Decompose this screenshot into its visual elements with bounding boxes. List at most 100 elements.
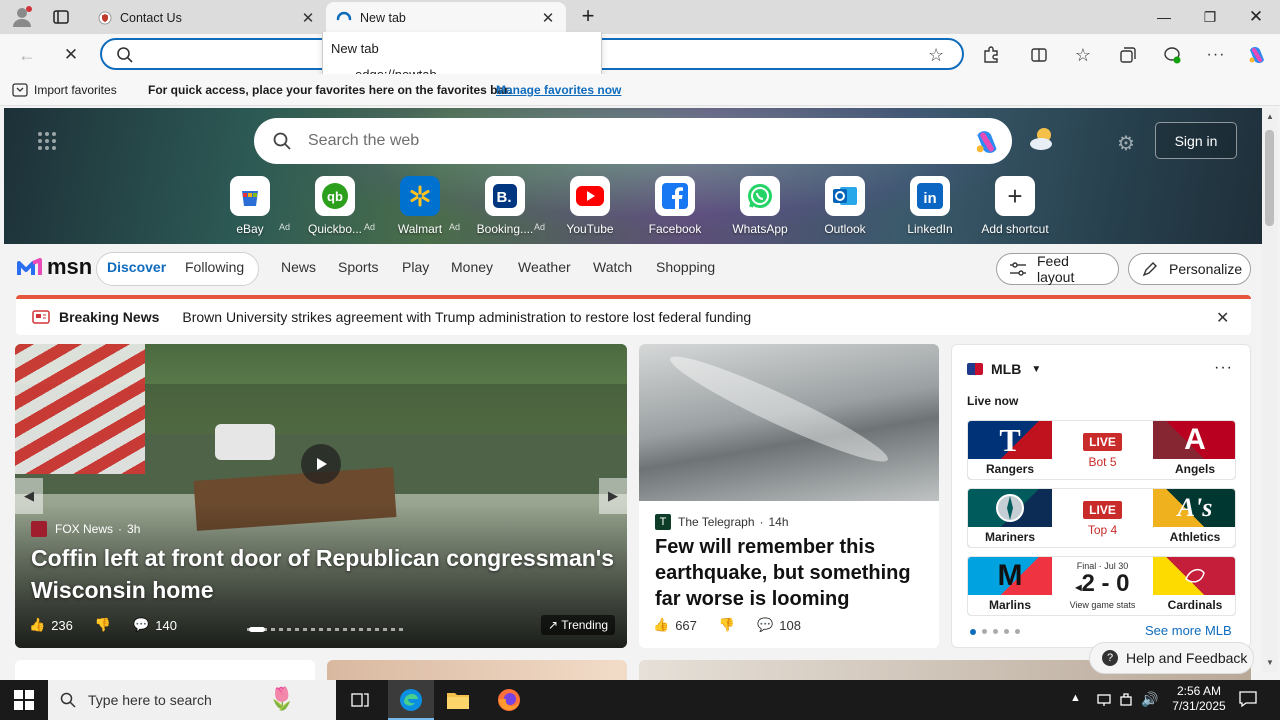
copilot-icon[interactable] xyxy=(1246,44,1268,66)
tile-youtube[interactable]: YouTube xyxy=(548,174,632,236)
scrollbar-track[interactable]: ▲ ▼ xyxy=(1262,108,1278,672)
back-icon[interactable]: ← xyxy=(16,44,38,66)
chevron-up-icon[interactable]: ▲ xyxy=(1070,692,1081,704)
thumbs-up-icon[interactable]: 👍 xyxy=(29,617,45,633)
news-card[interactable]: T The Telegraph · 14h Few will remember th… xyxy=(639,344,939,648)
browser-essentials-icon[interactable] xyxy=(1161,44,1183,66)
plus-icon: + xyxy=(995,176,1035,216)
notification-icon[interactable] xyxy=(1238,690,1258,708)
settings-gear-icon[interactable]: ⚙ xyxy=(1117,131,1135,156)
article-source: FOX News · 3h xyxy=(31,521,140,537)
stop-loading-icon[interactable]: ✕ xyxy=(60,44,82,66)
restore-icon[interactable]: ❐ xyxy=(1187,0,1233,34)
settings-more-icon[interactable]: ··· xyxy=(1205,44,1227,66)
tile-walmart[interactable]: Walmart Ad xyxy=(378,174,462,236)
volume-icon[interactable]: 🔊 xyxy=(1141,691,1158,708)
tab-contact-us[interactable]: Contact Us ✕ xyxy=(88,2,326,34)
breaking-news-bar[interactable]: Breaking News Brown University strikes a… xyxy=(16,295,1251,335)
windows-start-icon[interactable] xyxy=(14,690,34,710)
app-launcher-icon[interactable] xyxy=(36,130,58,152)
msn-logo[interactable]: msn xyxy=(16,254,92,280)
news-card-preview[interactable] xyxy=(327,660,627,680)
tab-new-tab[interactable]: New tab ✕ xyxy=(326,2,566,34)
team-name: Marlins xyxy=(968,595,1052,615)
view-game-stats-link[interactable]: View game stats xyxy=(1052,600,1153,610)
extensions-icon[interactable] xyxy=(980,44,1002,66)
game-mariners-athletics[interactable]: Mariners LIVE Top 4 A's Athletics xyxy=(967,488,1236,548)
close-window-icon[interactable]: ✕ xyxy=(1233,0,1279,34)
nav-news[interactable]: News xyxy=(281,259,316,275)
tile-add-shortcut[interactable]: + Add shortcut xyxy=(973,174,1057,236)
next-arrow-icon[interactable]: ▶ xyxy=(599,478,627,514)
network-icon[interactable] xyxy=(1096,692,1112,708)
favorites-icon[interactable]: ☆ xyxy=(1072,44,1094,66)
chevron-down-icon[interactable]: ▼ xyxy=(1031,364,1041,375)
sign-in-button[interactable]: Sign in xyxy=(1155,122,1237,159)
copilot-icon[interactable] xyxy=(972,127,1002,157)
team-name: Angels xyxy=(1153,459,1235,479)
tab-discover[interactable]: Discover xyxy=(107,259,166,275)
hero-news-card[interactable]: ◀ ▶ FOX News · 3h Coffin left at front doo… xyxy=(15,344,627,648)
network-status-icon[interactable] xyxy=(1118,692,1134,708)
web-search-box[interactable]: Search the web xyxy=(254,118,1012,164)
nav-play[interactable]: Play xyxy=(402,259,429,275)
nav-weather[interactable]: Weather xyxy=(518,259,571,275)
carousel-dots[interactable] xyxy=(247,628,407,631)
more-options-icon[interactable]: ··· xyxy=(1214,359,1233,377)
game-rangers-angels[interactable]: T Rangers LIVE Bot 5 A Angels xyxy=(967,420,1236,480)
edge-taskbar-button[interactable] xyxy=(388,680,434,720)
tab-actions-icon[interactable] xyxy=(52,8,70,26)
thumbs-down-icon[interactable]: 👎 xyxy=(719,617,735,633)
breaking-news-headline[interactable]: Brown University strikes agreement with … xyxy=(182,309,751,325)
news-card-preview[interactable] xyxy=(15,660,315,680)
tile-label: WhatsApp xyxy=(732,222,788,236)
tile-ebay[interactable]: eBay Ad xyxy=(208,174,292,236)
tile-linkedin[interactable]: in LinkedIn xyxy=(888,174,972,236)
live-now-label: Live now xyxy=(967,394,1019,408)
tile-booking[interactable]: B. Booking.... Ad xyxy=(463,174,547,236)
import-favorites-button[interactable]: Import favorites xyxy=(34,83,117,97)
profile-icon[interactable] xyxy=(10,5,34,29)
file-explorer-icon[interactable] xyxy=(446,689,470,711)
nav-money[interactable]: Money xyxy=(451,259,493,275)
previous-arrow-icon[interactable]: ◀ xyxy=(15,478,43,514)
new-tab-plus-icon[interactable]: + xyxy=(578,5,598,27)
article-title[interactable]: Few will remember this earthquake, but s… xyxy=(655,534,925,612)
comment-icon[interactable]: 💬 xyxy=(757,617,773,633)
task-view-icon[interactable] xyxy=(350,690,370,710)
tile-outlook[interactable]: Outlook xyxy=(803,174,887,236)
mlb-header[interactable]: MLB ▼ xyxy=(967,361,1041,377)
play-icon[interactable] xyxy=(301,444,341,484)
minimize-icon[interactable]: — xyxy=(1141,0,1187,34)
thumbs-down-icon[interactable]: 👎 xyxy=(95,617,111,633)
feed-layout-button[interactable]: Feed layout xyxy=(996,253,1119,285)
personalize-button[interactable]: Personalize xyxy=(1128,253,1251,285)
article-title[interactable]: Coffin left at front door of Republican … xyxy=(31,542,621,606)
tile-quickbooks[interactable]: qb Quickbo... Ad xyxy=(293,174,377,236)
close-tab-icon[interactable]: ✕ xyxy=(300,9,316,27)
carousel-dots[interactable] xyxy=(970,629,1020,635)
collections-icon[interactable] xyxy=(1117,44,1139,66)
thumbs-up-icon[interactable]: 👍 xyxy=(653,617,669,633)
comment-icon[interactable]: 💬 xyxy=(133,617,149,633)
close-tab-icon[interactable]: ✕ xyxy=(540,9,556,27)
scrollbar-thumb[interactable] xyxy=(1265,130,1274,226)
nav-shopping[interactable]: Shopping xyxy=(656,259,715,275)
tile-facebook[interactable]: Facebook xyxy=(633,174,717,236)
nav-watch[interactable]: Watch xyxy=(593,259,632,275)
game-marlins-cardinals[interactable]: M Marlins Final · Jul 30 ◂2 - 0 View game… xyxy=(967,556,1236,616)
carousel-active-dot xyxy=(249,627,265,632)
nav-sports[interactable]: Sports xyxy=(338,259,378,275)
weather-icon[interactable] xyxy=(1028,126,1058,152)
tile-whatsapp[interactable]: WhatsApp xyxy=(718,174,802,236)
taskbar-search-box[interactable]: Type here to search 🌷 xyxy=(48,680,336,720)
tab-following[interactable]: Following xyxy=(185,259,244,275)
manage-favorites-link[interactable]: Manage favorites now xyxy=(496,83,621,97)
see-more-mlb-link[interactable]: See more MLB xyxy=(1145,623,1232,638)
clock[interactable]: 2:56 AM 7/31/2025 xyxy=(1168,684,1230,714)
favorite-star-icon[interactable]: ☆ xyxy=(928,45,944,66)
help-feedback-button[interactable]: ? Help and Feedback xyxy=(1089,642,1254,674)
close-icon[interactable]: ✕ xyxy=(1216,308,1229,328)
firefox-icon[interactable] xyxy=(497,688,521,712)
split-screen-icon[interactable] xyxy=(1028,44,1050,66)
